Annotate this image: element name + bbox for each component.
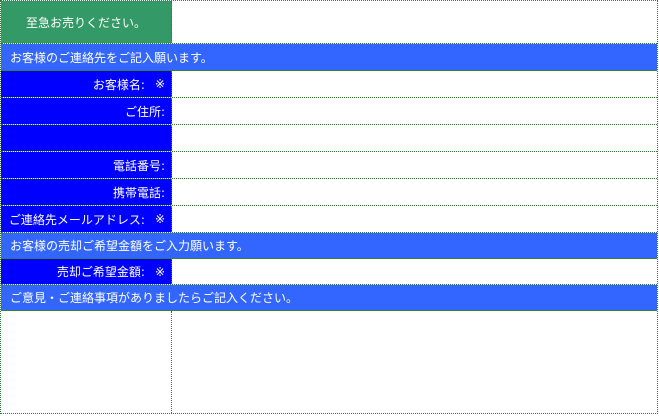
address-input[interactable] — [172, 98, 657, 124]
address-label-cell: ご住所: — [1, 98, 172, 124]
required-mark: ※ — [154, 264, 165, 279]
mobile-row: 携帯電話: — [1, 179, 657, 206]
price-label-cell: 売却ご希望金額: ※ — [1, 259, 172, 284]
email-row: ご連絡先メールアドレス: ※ — [1, 206, 657, 233]
contact-section-header: お客様のご連絡先をご記入願います。 — [1, 44, 657, 71]
address2-field[interactable] — [172, 125, 657, 151]
email-label: ご連絡先メールアドレス: — [8, 212, 145, 227]
mobile-input[interactable] — [172, 179, 657, 205]
price-field[interactable] — [172, 259, 657, 284]
name-label-cell: お客様名: ※ — [1, 71, 172, 97]
address-label: ご住所: — [124, 104, 165, 119]
address-row: ご住所: — [1, 98, 657, 125]
email-label-cell: ご連絡先メールアドレス: ※ — [1, 206, 172, 232]
name-input[interactable] — [172, 71, 657, 97]
price-section-title: お客様の売却ご希望金額をご入力願います。 — [10, 239, 249, 253]
name-field[interactable] — [172, 71, 657, 97]
comment-section-title: ご意見・ご連絡事項がありましたらご記入ください。 — [10, 291, 299, 305]
phone-label: 電話番号: — [112, 158, 165, 173]
address2-row — [1, 125, 657, 152]
comment-field[interactable] — [172, 311, 657, 413]
address2-label-cell — [1, 125, 172, 151]
price-input[interactable] — [172, 259, 657, 284]
comment-textarea[interactable] — [172, 311, 657, 413]
phone-label-cell: 電話番号: — [1, 152, 172, 178]
phone-row: 電話番号: — [1, 152, 657, 179]
comment-label-cell — [1, 311, 172, 413]
email-field[interactable] — [172, 206, 657, 232]
order-form: 至急お売りください。 お客様のご連絡先をご記入願います。 お客様名: ※ ご住所… — [0, 0, 658, 414]
urgent-label: 至急お売りください。 — [1, 1, 172, 43]
phone-field[interactable] — [172, 152, 657, 178]
urgent-field[interactable] — [172, 1, 657, 43]
price-row: 売却ご希望金額: ※ — [1, 259, 657, 285]
name-row: お客様名: ※ — [1, 71, 657, 98]
comment-section-header: ご意見・ご連絡事項がありましたらご記入ください。 — [1, 285, 657, 311]
email-input[interactable] — [172, 206, 657, 232]
urgent-input[interactable] — [172, 1, 657, 43]
required-mark: ※ — [154, 77, 165, 91]
contact-section-title: お客様のご連絡先をご記入願います。 — [10, 50, 213, 65]
address2-input[interactable] — [172, 125, 657, 151]
price-section-header: お客様の売却ご希望金額をご入力願います。 — [1, 233, 657, 259]
mobile-label-cell: 携帯電話: — [1, 179, 172, 205]
required-mark: ※ — [154, 212, 165, 226]
mobile-field[interactable] — [172, 179, 657, 205]
price-label: 売却ご希望金額: — [56, 265, 145, 279]
address-field[interactable] — [172, 98, 657, 124]
phone-input[interactable] — [172, 152, 657, 178]
urgent-row: 至急お売りください。 — [1, 1, 657, 44]
name-label: お客様名: — [92, 77, 145, 92]
mobile-label: 携帯電話: — [112, 185, 165, 200]
